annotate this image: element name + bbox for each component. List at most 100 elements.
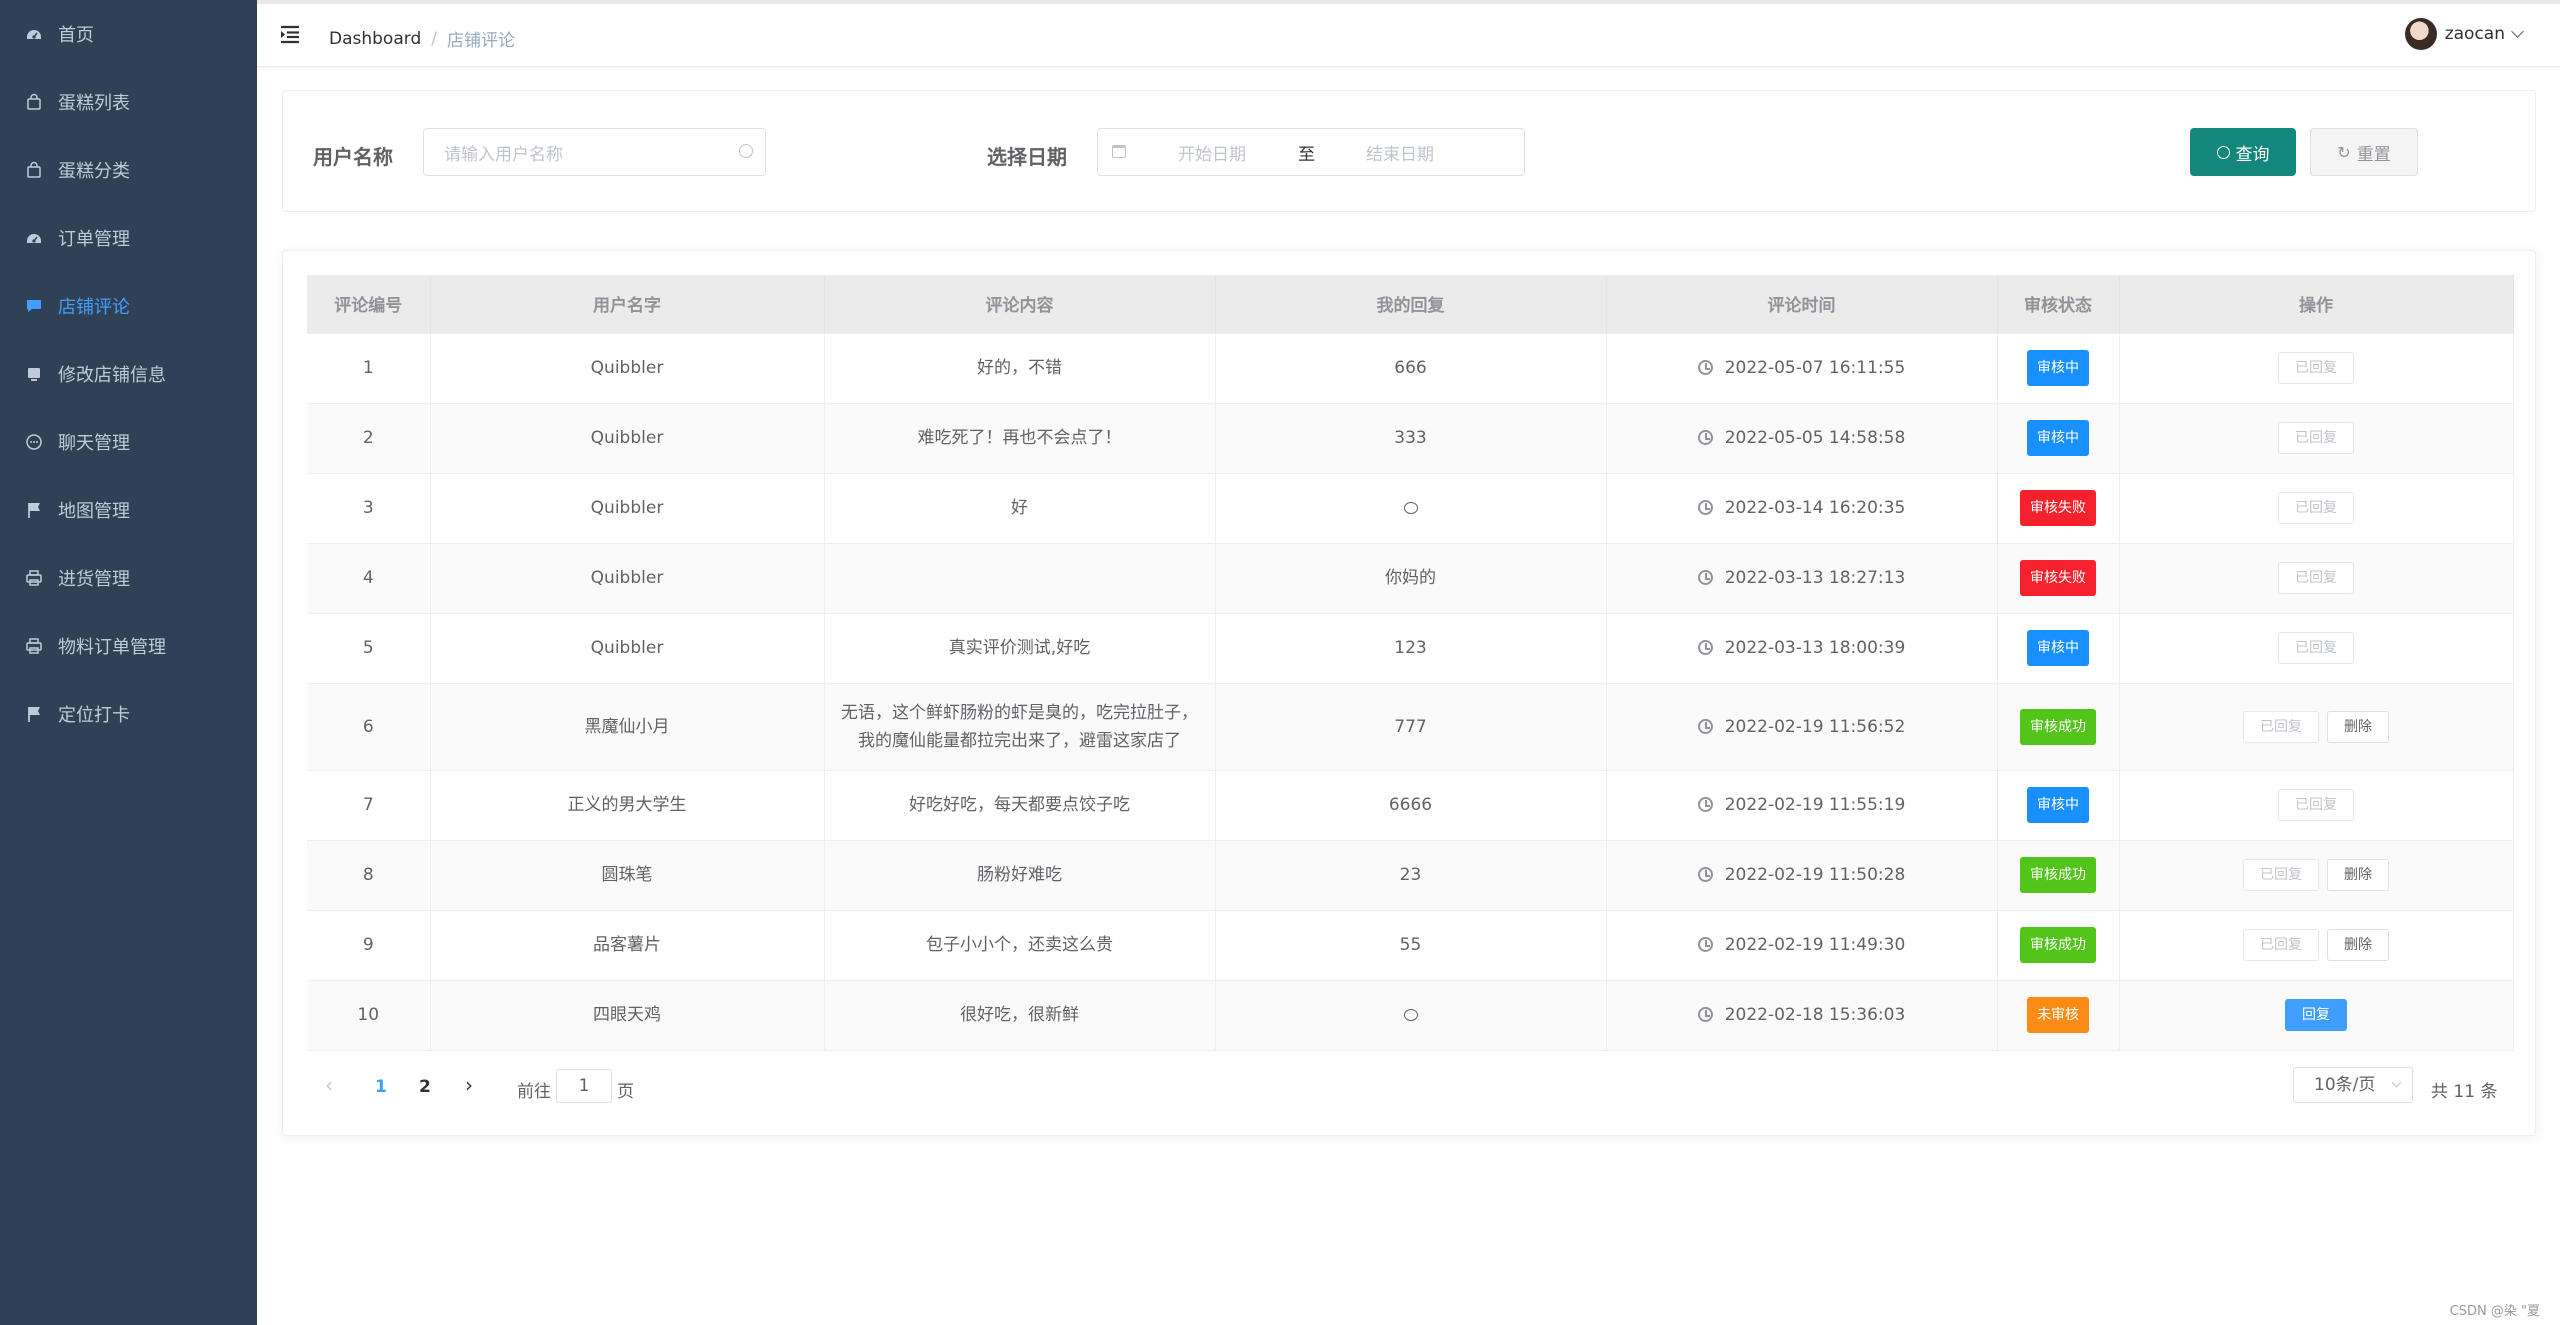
table-row: 7 正义的男大学生 好吃好吃，每天都要点饺子吃 6666 2022-02-19 11:5… <box>307 770 2514 841</box>
cell-id: 4 <box>307 543 431 614</box>
prev-page-button[interactable]: ‹ <box>325 1073 333 1097</box>
goto-page-input[interactable]: 1 <box>556 1069 612 1103</box>
replied-button[interactable]: 已回复 <box>2243 929 2319 961</box>
replied-button[interactable]: 已回复 <box>2278 492 2354 524</box>
my-reply: 123 <box>1394 638 1427 658</box>
cell-time: 2022-02-19 11:50:28 <box>1606 840 1998 911</box>
breadcrumb-home[interactable]: Dashboard <box>329 29 421 49</box>
sidebar-item-label: 蛋糕列表 <box>58 93 130 114</box>
reply-button[interactable]: 回复 <box>2285 999 2347 1031</box>
clock-icon <box>1697 360 1713 375</box>
sidebar-item-2[interactable]: 蛋糕分类 <box>0 136 257 204</box>
user-menu[interactable]: zaocan <box>2404 18 2524 50</box>
my-reply: 333 <box>1394 428 1427 448</box>
replied-button[interactable]: 已回复 <box>2278 562 2354 594</box>
filter-panel: 用户名称 请输入用户名称 选择日期 开始日期 至 结束日期 查询 ↻ 重置 <box>282 90 2536 212</box>
breadcrumb-separator: / <box>431 28 437 49</box>
cell-reply: 23 <box>1215 840 1607 911</box>
cell-id: 9 <box>307 910 431 981</box>
my-reply: 6666 <box>1388 795 1433 815</box>
delete-button[interactable]: 删除 <box>2327 710 2389 743</box>
delete-button[interactable]: 删除 <box>2327 859 2389 891</box>
clock-icon <box>1697 937 1713 952</box>
replied-button[interactable]: 已回复 <box>2278 789 2354 821</box>
comment-id: 8 <box>362 865 374 885</box>
cell-id: 10 <box>307 980 431 1051</box>
status-badge: 审核失败 <box>2020 560 2096 596</box>
avatar[interactable] <box>2404 18 2437 50</box>
delete-button[interactable]: 删除 <box>2327 929 2389 961</box>
cell-reply: 55 <box>1215 910 1607 981</box>
cell-user: Quibbler <box>430 473 825 544</box>
reset-button[interactable]: ↻ 重置 <box>2310 128 2418 176</box>
page-size-select[interactable]: 10条/页 <box>2293 1067 2413 1103</box>
sidebar-item-5[interactable]: 修改店铺信息 <box>0 340 257 408</box>
sidebar-item-4[interactable]: 店铺评论 <box>0 272 257 340</box>
comment-content-line: 无语，这个鲜虾肠粉的虾是臭的，吃完拉肚子， <box>841 702 1198 723</box>
comment-time: 2022-05-05 14:58:58 <box>1724 428 1906 448</box>
comment-user: Quibbler <box>590 638 664 658</box>
column-header: 操作 <box>2119 275 2514 334</box>
comment-user: 品客薯片 <box>593 935 661 955</box>
clock-icon <box>1697 718 1713 734</box>
username[interactable]: zaocan <box>2445 24 2505 44</box>
comments-table: 评论编号 用户名字 评论内容 我的回复 评论时间 审核状态 操作 1 Quibbler 好的，不… <box>307 275 2514 1051</box>
table-row: 4 Quibbler 你妈的 2022-03-13 18:27:13 审核失败 已回复 <box>307 543 2514 614</box>
comment-id: 1 <box>362 358 374 378</box>
date-range-picker[interactable]: 开始日期 至 结束日期 <box>1097 128 1525 176</box>
page-size-value: 10条/页 <box>2314 1075 2376 1095</box>
sidebar-item-9[interactable]: 物料订单管理 <box>0 612 257 680</box>
comment-content: 难吃死了！再也不会点了！ <box>917 428 1122 448</box>
comment-time: 2022-03-14 16:20:35 <box>1724 498 1906 518</box>
cell-actions: 已回复 <box>2119 333 2514 404</box>
replied-button[interactable]: 已回复 <box>2243 710 2319 743</box>
replied-button[interactable]: 已回复 <box>2278 422 2354 454</box>
cell-content: 好吃好吃，每天都要点饺子吃 <box>824 770 1216 841</box>
cell-id: 6 <box>307 683 431 771</box>
comment-user: 正义的男大学生 <box>567 795 687 815</box>
cell-reply: 666 <box>1215 333 1607 404</box>
cell-time: 2022-05-05 14:58:58 <box>1606 403 1998 474</box>
search-button[interactable]: 查询 <box>2190 128 2296 176</box>
cell-user: 四眼天鸡 <box>430 980 825 1051</box>
hamburger-menu-icon[interactable] <box>279 22 303 46</box>
comment-id: 2 <box>362 428 374 448</box>
replied-button[interactable]: 已回复 <box>2278 352 2354 384</box>
replied-button[interactable]: 已回复 <box>2278 632 2354 664</box>
comment-id: 3 <box>362 498 374 518</box>
cell-actions: 已回复 删除 <box>2119 683 2514 771</box>
user-name-input[interactable]: 请输入用户名称 <box>423 128 766 176</box>
start-date-input[interactable]: 开始日期 <box>1178 140 1246 165</box>
cell-actions: 已回复 <box>2119 770 2514 841</box>
cell-user: 正义的男大学生 <box>430 770 825 841</box>
chevron-down-icon[interactable] <box>2511 24 2524 38</box>
comments-table-card: 评论编号 用户名字 评论内容 我的回复 评论时间 审核状态 操作 1 Quibbler 好的，不… <box>282 250 2536 1136</box>
page-1[interactable]: 1 <box>375 1077 387 1097</box>
status-badge: 审核中 <box>2027 787 2089 823</box>
sidebar-item-label: 物料订单管理 <box>58 637 166 658</box>
end-date-input[interactable]: 结束日期 <box>1366 140 1434 165</box>
table-header-row: 评论编号 用户名字 评论内容 我的回复 评论时间 审核状态 操作 <box>307 275 2514 334</box>
status-badge: 审核失败 <box>2020 490 2096 526</box>
cell-status: 审核中 <box>1997 403 2120 474</box>
page-2[interactable]: 2 <box>419 1077 431 1097</box>
next-page-button[interactable]: › <box>465 1073 473 1097</box>
replied-button[interactable]: 已回复 <box>2243 859 2319 891</box>
status-badge: 审核成功 <box>2020 927 2096 963</box>
sidebar-item-7[interactable]: 地图管理 <box>0 476 257 544</box>
sidebar-item-3[interactable]: 订单管理 <box>0 204 257 272</box>
chat-icon <box>1403 1009 1418 1021</box>
sidebar-item-0[interactable]: 首页 <box>0 0 257 68</box>
sidebar-item-1[interactable]: 蛋糕列表 <box>0 68 257 136</box>
cell-status: 审核中 <box>1997 613 2120 684</box>
sidebar-item-8[interactable]: 进货管理 <box>0 544 257 612</box>
sidebar-item-label: 地图管理 <box>58 501 130 522</box>
sidebar-item-label: 店铺评论 <box>58 297 130 318</box>
sidebar-item-6[interactable]: 聊天管理 <box>0 408 257 476</box>
table-row: 10 四眼天鸡 很好吃，很新鲜 2022-02-18 15:36:03 未审核 回复 <box>307 980 2514 1051</box>
comment-user: Quibbler <box>590 568 664 588</box>
cell-actions: 已回复 <box>2119 543 2514 614</box>
sidebar-item-10[interactable]: 定位打卡 <box>0 680 257 748</box>
table-row: 2 Quibbler 难吃死了！再也不会点了！ 333 2022-05-05 14:58… <box>307 403 2514 474</box>
dashboard-icon <box>24 24 44 44</box>
